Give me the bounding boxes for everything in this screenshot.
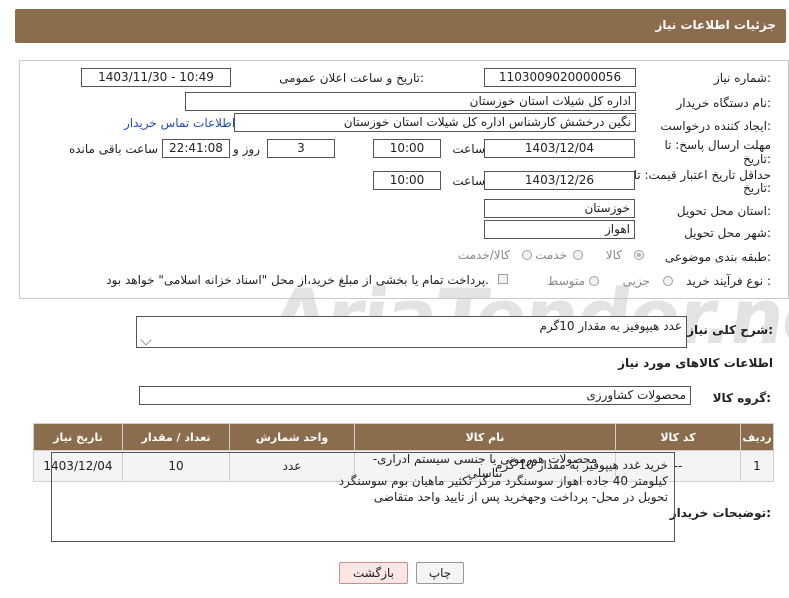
buyer-org-field[interactable]: اداره کل شیلات استان خوزستان xyxy=(185,92,636,111)
deadline-time-field[interactable]: 10:00 xyxy=(373,139,441,158)
category-option-service: خدمت xyxy=(535,248,567,262)
remaining-label: ساعت باقی مانده xyxy=(68,142,158,156)
notes-line: تحویل در محل- پرداخت وجهخرید پس از تایید… xyxy=(373,490,668,504)
days-label: روز و xyxy=(233,142,260,156)
city-label: شهر محل تحویل: xyxy=(684,226,771,240)
buyer-org-label: نام دستگاه خریدار: xyxy=(676,96,772,110)
validity-date-field[interactable]: 1403/12/26 xyxy=(484,171,635,190)
cell-row-number: 1 xyxy=(740,450,774,482)
province-label: استان محل تحویل: xyxy=(676,204,771,218)
validity-time-label: ساعت xyxy=(452,174,485,188)
announce-field[interactable]: 1403/11/30 - 10:49 xyxy=(81,68,231,87)
treasury-payment-note: پرداخت تمام یا بخشی از مبلغ خرید،از محل … xyxy=(106,273,489,287)
city-field[interactable]: اهواز xyxy=(484,220,635,239)
days-remaining-field[interactable]: 3 xyxy=(267,139,335,158)
goods-info-title: اطلاعات کالاهای مورد نیاز xyxy=(618,356,773,370)
col-header-unit: واحد شمارش xyxy=(229,423,355,451)
deadline-label-date: تاریخ: xyxy=(743,152,771,166)
process-option-partial: جزیی xyxy=(622,274,650,288)
announce-label: تاریخ و ساعت اعلان عمومی: xyxy=(279,71,424,85)
need-number-label: شماره نیاز: xyxy=(713,71,771,85)
category-radio-service[interactable] xyxy=(573,250,583,260)
validity-label: حداقل تاریخ اعتبار قیمت: تا xyxy=(633,168,771,182)
description-field[interactable]: عدد هیپوفیز به مقدار 10گرم xyxy=(136,316,687,348)
notes-line: کیلومتر 40 جاده اهواز سوسنگرد مرکز تکثیر… xyxy=(338,474,668,488)
category-radio-goods[interactable] xyxy=(634,250,644,260)
creator-field[interactable]: نگین درخشش کارشناس اداره کل شیلات استان … xyxy=(234,113,636,132)
deadline-date-field[interactable]: 1403/12/04 xyxy=(484,139,635,158)
category-radio-both[interactable] xyxy=(522,250,532,260)
process-radio-medium[interactable] xyxy=(589,276,599,286)
deadline-label: مهلت ارسال پاسخ: تا xyxy=(664,138,771,152)
page-header: جزئیات اطلاعات نیاز xyxy=(15,9,786,43)
page-title: جزئیات اطلاعات نیاز xyxy=(655,18,776,32)
validity-label-date: تاریخ: xyxy=(743,181,771,195)
col-header-qty: تعداد / مقدار xyxy=(122,423,230,451)
process-option-medium: متوسط xyxy=(547,274,585,288)
notes-line: خرید غدد هیپوفیز به مقدار 10 گرم xyxy=(495,458,668,472)
validity-time-field[interactable]: 10:00 xyxy=(373,171,441,190)
buyer-notes-field[interactable]: خرید غدد هیپوفیز به مقدار 10 گرم کیلومتر… xyxy=(51,452,675,542)
category-option-goods: کالا xyxy=(605,248,622,262)
category-option-both: کالا/خدمت xyxy=(457,248,510,262)
col-header-name: نام کالا xyxy=(354,423,616,451)
creator-label: ایجاد کننده درخواست: xyxy=(660,119,771,133)
table-header-row: ردیف کد کالا نام کالا واحد شمارش تعداد /… xyxy=(33,423,774,451)
need-number-field[interactable]: 1103009020000056 xyxy=(484,68,636,87)
col-header-date: تاریخ نیاز xyxy=(33,423,123,451)
col-header-row: ردیف xyxy=(740,423,774,451)
goods-group-field[interactable]: محصولات کشاورزی xyxy=(139,386,691,405)
process-radio-partial[interactable] xyxy=(663,276,673,286)
back-button[interactable]: بازگشت xyxy=(339,562,408,584)
category-label: طبقه بندی موضوعی: xyxy=(664,250,771,264)
col-header-code: کد کالا xyxy=(615,423,741,451)
description-label: شرح کلی نیاز: xyxy=(687,323,773,337)
buyer-notes-label: توضیحات خریدار: xyxy=(669,506,771,520)
process-label: نوع فرآیند خرید : xyxy=(686,274,771,288)
print-button[interactable]: چاپ xyxy=(416,562,464,584)
remaining-time-field[interactable]: 22:41:08 xyxy=(162,139,230,158)
buyer-contact-link[interactable]: اطلاعات تماس خریدار xyxy=(124,116,235,130)
deadline-time-label: ساعت xyxy=(452,142,485,156)
province-field[interactable]: خوزستان xyxy=(484,199,635,218)
goods-group-label: گروه کالا: xyxy=(712,391,771,405)
treasury-payment-checkbox[interactable] xyxy=(498,274,508,284)
